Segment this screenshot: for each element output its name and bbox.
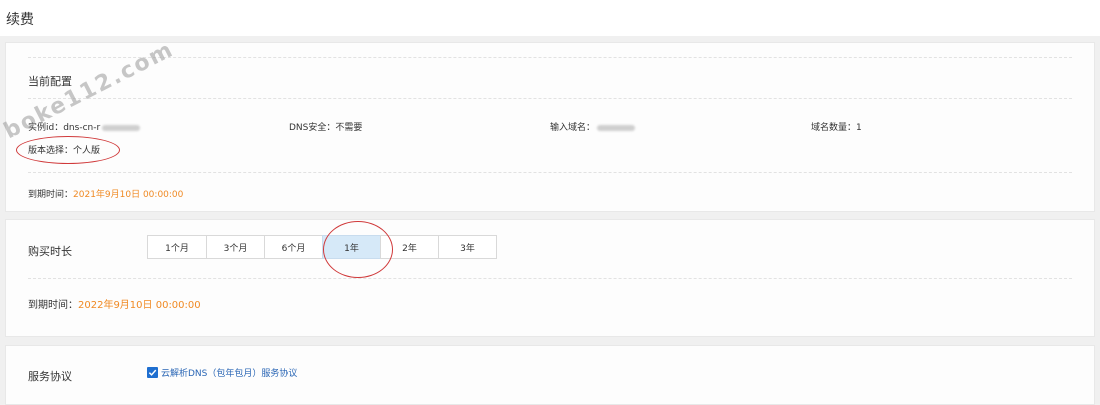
purchase-duration-card: 购买时长 1个月 3个月 6个月 1年 2年 3年 到期时间：2022年9月10… — [5, 219, 1095, 337]
domain-input-label: 输入域名： — [550, 123, 596, 133]
current-expire-time: 到期时间：2021年9月10日 00:00:00 — [28, 187, 183, 200]
agreement-title: 服务协议 — [28, 370, 72, 383]
annotation-circle-version — [16, 136, 120, 164]
new-expire-time: 到期时间：2022年9月10日 00:00:00 — [28, 296, 201, 311]
divider — [28, 172, 1072, 173]
duration-option-3-years[interactable]: 3年 — [438, 235, 497, 259]
top-bar: 续费 — [0, 0, 1100, 36]
annotation-circle-1-year — [323, 221, 393, 278]
domain-count-label: 域名数量： — [811, 123, 857, 133]
expire-label: 到期时间： — [28, 190, 74, 200]
page-title: 续费 — [6, 12, 34, 28]
domain-count: 域名数量：1 — [811, 120, 862, 133]
agreement-link[interactable]: 云解析DNS（包年包月）服务协议 — [161, 366, 297, 379]
config-title: 当前配置 — [28, 75, 72, 88]
checkmark-icon — [148, 369, 157, 376]
duration-title: 购买时长 — [28, 245, 72, 258]
duration-option-1-month[interactable]: 1个月 — [147, 235, 207, 259]
expire-value: 2021年9月10日 00:00:00 — [73, 190, 184, 200]
domain-count-value: 1 — [856, 123, 862, 133]
current-config-card: 当前配置 实例id：dns-cn-r DNS安全：不需要 输入域名： 域名数量：… — [5, 42, 1095, 212]
dns-security-value: 不需要 — [335, 123, 363, 133]
service-agreement-card: 服务协议 云解析DNS（包年包月）服务协议 — [5, 345, 1095, 405]
domain-input: 输入域名： — [550, 120, 636, 133]
duration-options: 1个月 3个月 6个月 1年 2年 3年 — [147, 235, 497, 259]
redacted-instance-id — [102, 124, 141, 131]
dns-security-label: DNS安全： — [289, 123, 336, 133]
agreement-checkbox[interactable] — [147, 367, 158, 378]
duration-option-3-months[interactable]: 3个月 — [206, 235, 265, 259]
instance-id-value: dns-cn-r — [63, 123, 101, 133]
redacted-domain — [597, 124, 636, 131]
new-expire-value: 2022年9月10日 00:00:00 — [78, 300, 201, 311]
divider — [28, 98, 1072, 99]
dns-security: DNS安全：不需要 — [289, 120, 362, 133]
divider — [28, 57, 1072, 58]
new-expire-label: 到期时间： — [28, 300, 78, 311]
duration-option-6-months[interactable]: 6个月 — [264, 235, 323, 259]
divider — [28, 278, 1072, 279]
